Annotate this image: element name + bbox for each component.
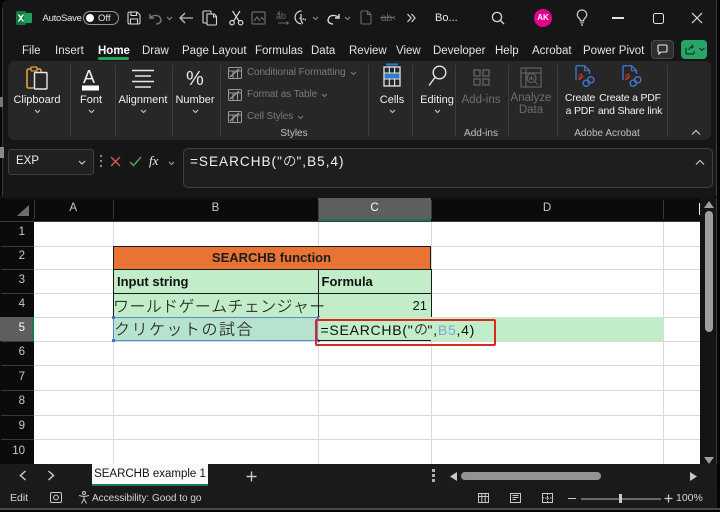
svg-text:%: %	[186, 68, 204, 90]
svg-text:A: A	[83, 67, 95, 87]
svg-text:ab: ab	[381, 13, 393, 24]
svg-text:ab: ab	[276, 11, 286, 21]
